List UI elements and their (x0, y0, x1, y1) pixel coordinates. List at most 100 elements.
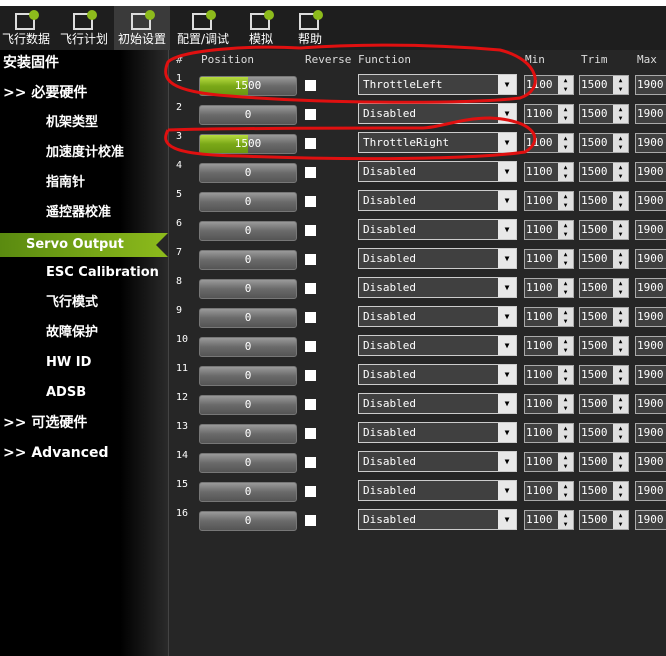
max-input[interactable]: 1900 (635, 423, 666, 443)
spinner-arrows-icon[interactable]: ▲ ▼ (613, 511, 628, 529)
chevron-down-icon[interactable]: ▼ (498, 191, 516, 210)
chevron-down-icon[interactable]: ▼ (498, 162, 516, 181)
spinner-arrows-icon[interactable]: ▲ ▼ (613, 134, 628, 152)
spinner-arrows-icon[interactable]: ▲ ▼ (613, 337, 628, 355)
trim-input[interactable]: 1500 ▲ ▼ (579, 162, 629, 182)
chevron-down-icon[interactable]: ▼ (498, 336, 516, 355)
chevron-down-icon[interactable]: ▼ (498, 307, 516, 326)
function-select[interactable]: Disabled ▼ (358, 103, 517, 124)
trim-input[interactable]: 1500 ▲ ▼ (579, 249, 629, 269)
spinner-arrows-icon[interactable]: ▲ ▼ (558, 308, 573, 326)
topbar-config-tuning[interactable]: 配置/调试 (170, 6, 236, 50)
spinner-arrows-icon[interactable]: ▲ ▼ (613, 366, 628, 384)
spinner-arrows-icon[interactable]: ▲ ▼ (558, 279, 573, 297)
spinner-arrows-icon[interactable]: ▲ ▼ (558, 366, 573, 384)
min-input[interactable]: 1100 ▲ ▼ (524, 452, 574, 472)
spinner-arrows-icon[interactable]: ▲ ▼ (613, 250, 628, 268)
min-input[interactable]: 1100 ▲ ▼ (524, 336, 574, 356)
reverse-checkbox[interactable] (305, 254, 316, 265)
max-input[interactable]: 1900 (635, 365, 666, 385)
sidebar-item[interactable]: HW ID (0, 350, 168, 376)
function-select[interactable]: Disabled ▼ (358, 190, 517, 211)
spinner-arrows-icon[interactable]: ▲ ▼ (613, 453, 628, 471)
trim-input[interactable]: 1500 ▲ ▼ (579, 394, 629, 414)
chevron-down-icon[interactable]: ▼ (498, 249, 516, 268)
spinner-arrows-icon[interactable]: ▲ ▼ (613, 424, 628, 442)
max-input[interactable]: 1900 (635, 249, 666, 269)
spinner-arrows-icon[interactable]: ▲ ▼ (558, 250, 573, 268)
max-input[interactable]: 1900 (635, 394, 666, 414)
reverse-checkbox[interactable] (305, 283, 316, 294)
chevron-down-icon[interactable]: ▼ (498, 220, 516, 239)
trim-input[interactable]: 1500 ▲ ▼ (579, 104, 629, 124)
spinner-arrows-icon[interactable]: ▲ ▼ (613, 395, 628, 413)
chevron-down-icon[interactable]: ▼ (498, 510, 516, 529)
spinner-arrows-icon[interactable]: ▲ ▼ (613, 279, 628, 297)
function-select[interactable]: Disabled ▼ (358, 451, 517, 472)
trim-input[interactable]: 1500 ▲ ▼ (579, 365, 629, 385)
reverse-checkbox[interactable] (305, 109, 316, 120)
sidebar-item[interactable]: ESC Calibration (0, 260, 168, 286)
max-input[interactable]: 1900 (635, 481, 666, 501)
spinner-arrows-icon[interactable]: ▲ ▼ (558, 192, 573, 210)
spinner-arrows-icon[interactable]: ▲ ▼ (558, 221, 573, 239)
max-input[interactable]: 1900 (635, 307, 666, 327)
spinner-arrows-icon[interactable]: ▲ ▼ (558, 395, 573, 413)
trim-input[interactable]: 1500 ▲ ▼ (579, 481, 629, 501)
spinner-arrows-icon[interactable]: ▲ ▼ (613, 192, 628, 210)
function-select[interactable]: Disabled ▼ (358, 422, 517, 443)
max-input[interactable]: 1900 (635, 336, 666, 356)
min-input[interactable]: 1100 ▲ ▼ (524, 220, 574, 240)
chevron-down-icon[interactable]: ▼ (498, 423, 516, 442)
chevron-down-icon[interactable]: ▼ (498, 75, 516, 94)
function-select[interactable]: Disabled ▼ (358, 219, 517, 240)
function-select[interactable]: Disabled ▼ (358, 277, 517, 298)
min-input[interactable]: 1100 ▲ ▼ (524, 162, 574, 182)
max-input[interactable]: 1900 (635, 75, 666, 95)
function-select[interactable]: Disabled ▼ (358, 509, 517, 530)
min-input[interactable]: 1100 ▲ ▼ (524, 133, 574, 153)
sidebar-item[interactable]: >> Advanced (0, 440, 168, 466)
reverse-checkbox[interactable] (305, 515, 316, 526)
max-input[interactable]: 1900 (635, 162, 666, 182)
chevron-down-icon[interactable]: ▼ (498, 278, 516, 297)
function-select[interactable]: Disabled ▼ (358, 364, 517, 385)
function-select[interactable]: Disabled ▼ (358, 480, 517, 501)
reverse-checkbox[interactable] (305, 341, 316, 352)
reverse-checkbox[interactable] (305, 138, 316, 149)
trim-input[interactable]: 1500 ▲ ▼ (579, 191, 629, 211)
trim-input[interactable]: 1500 ▲ ▼ (579, 452, 629, 472)
min-input[interactable]: 1100 ▲ ▼ (524, 365, 574, 385)
chevron-down-icon[interactable]: ▼ (498, 394, 516, 413)
topbar-flight-plan[interactable]: 飞行计划 (56, 6, 112, 50)
function-select[interactable]: ThrottleRight ▼ (358, 132, 517, 153)
min-input[interactable]: 1100 ▲ ▼ (524, 423, 574, 443)
chevron-down-icon[interactable]: ▼ (498, 365, 516, 384)
trim-input[interactable]: 1500 ▲ ▼ (579, 510, 629, 530)
function-select[interactable]: Disabled ▼ (358, 393, 517, 414)
chevron-down-icon[interactable]: ▼ (498, 481, 516, 500)
reverse-checkbox[interactable] (305, 196, 316, 207)
function-select[interactable]: Disabled ▼ (358, 306, 517, 327)
sidebar-item[interactable]: 故障保护 (0, 320, 168, 346)
sidebar-item[interactable]: 指南针 (0, 170, 168, 196)
trim-input[interactable]: 1500 ▲ ▼ (579, 336, 629, 356)
sidebar-item[interactable]: Servo Output (0, 233, 168, 257)
sidebar-item[interactable]: ADSB (0, 380, 168, 406)
max-input[interactable]: 1900 (635, 278, 666, 298)
min-input[interactable]: 1100 ▲ ▼ (524, 104, 574, 124)
reverse-checkbox[interactable] (305, 486, 316, 497)
spinner-arrows-icon[interactable]: ▲ ▼ (558, 337, 573, 355)
spinner-arrows-icon[interactable]: ▲ ▼ (558, 424, 573, 442)
min-input[interactable]: 1100 ▲ ▼ (524, 307, 574, 327)
sidebar-item[interactable]: 飞行模式 (0, 290, 168, 316)
max-input[interactable]: 1900 (635, 510, 666, 530)
function-select[interactable]: ThrottleLeft ▼ (358, 74, 517, 95)
min-input[interactable]: 1100 ▲ ▼ (524, 481, 574, 501)
sidebar-item[interactable]: 机架类型 (0, 110, 168, 136)
chevron-down-icon[interactable]: ▼ (498, 452, 516, 471)
trim-input[interactable]: 1500 ▲ ▼ (579, 220, 629, 240)
spinner-arrows-icon[interactable]: ▲ ▼ (558, 134, 573, 152)
sidebar-item[interactable]: 遥控器校准 (0, 200, 168, 226)
topbar-simulation[interactable]: 模拟 (238, 6, 284, 50)
